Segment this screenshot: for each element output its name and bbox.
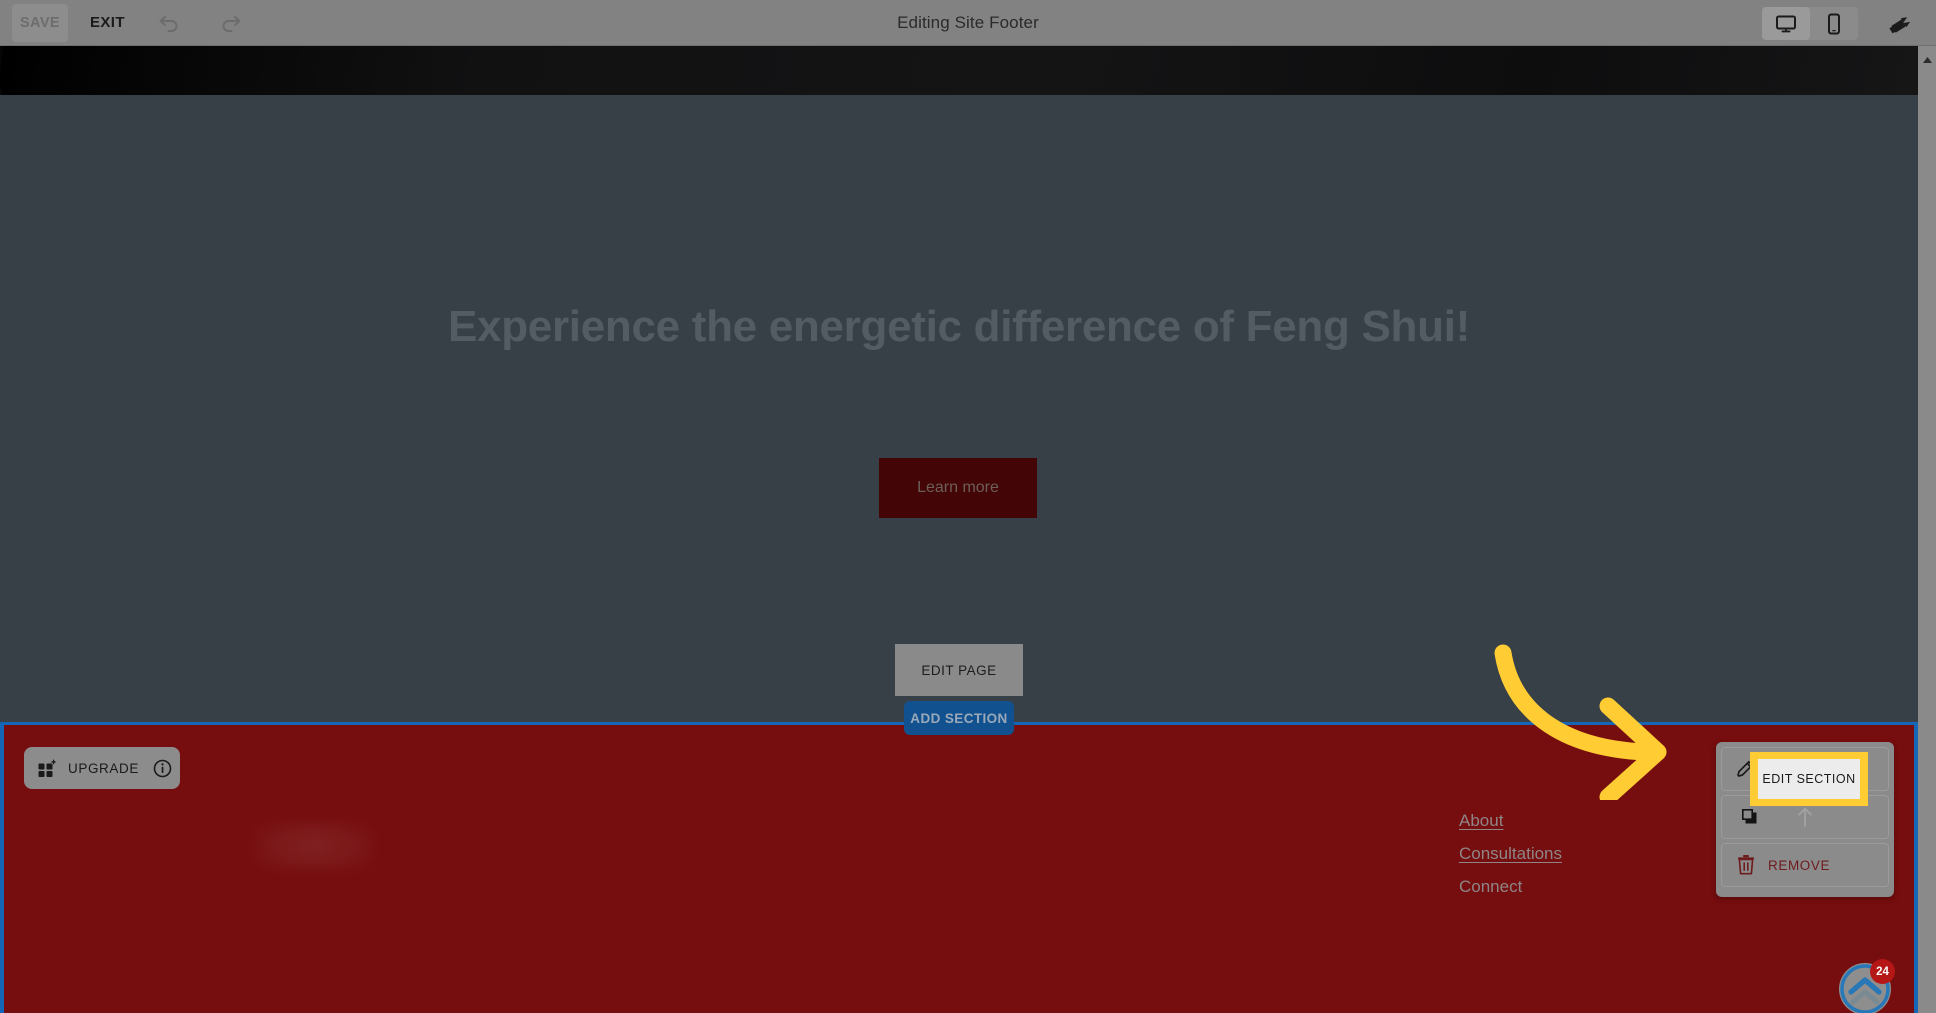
remove-section-button[interactable]: REMOVE	[1721, 843, 1889, 887]
duplicate-icon[interactable]	[1722, 806, 1777, 828]
redo-icon[interactable]	[215, 8, 245, 38]
edit-section-button[interactable]: EDIT SECTION	[1758, 759, 1860, 799]
info-circle-icon[interactable]	[153, 759, 172, 778]
hero-heading: Experience the energetic difference of F…	[448, 302, 1470, 351]
edit-page-button[interactable]: EDIT PAGE	[895, 644, 1023, 696]
mobile-phone-icon[interactable]	[1810, 7, 1858, 40]
exit-button[interactable]: EXIT	[90, 14, 125, 31]
edit-section-highlight: EDIT SECTION	[1750, 752, 1868, 806]
trash-icon	[1736, 854, 1756, 876]
footer-logo	[254, 820, 374, 872]
footer-nav-links: About Consultations Connect	[1459, 811, 1562, 897]
arrow-down-icon[interactable]	[1833, 805, 1888, 829]
arrow-up-icon[interactable]	[1777, 805, 1832, 829]
undo-icon[interactable]	[155, 8, 185, 38]
learn-more-button[interactable]: Learn more	[879, 458, 1037, 518]
page-title: Editing Site Footer	[897, 12, 1039, 32]
grid-sparkle-icon	[38, 758, 58, 778]
upgrade-button[interactable]: UPGRADE	[24, 747, 180, 789]
device-preview-toggle	[1762, 7, 1858, 40]
paintbrush-icon[interactable]	[1886, 9, 1918, 39]
support-badge-count: 24	[1870, 959, 1895, 984]
editor-top-bar: SAVE EXIT Editing Site Footer	[0, 0, 1936, 46]
scrollbar-up-arrow-icon[interactable]	[1918, 52, 1936, 68]
support-widget[interactable]: 24	[1838, 959, 1895, 1013]
remove-label: REMOVE	[1768, 857, 1831, 873]
site-preview-canvas: Experience the energetic difference of F…	[0, 46, 1918, 1013]
footer-link-about[interactable]: About	[1459, 811, 1562, 831]
footer-link-consultations[interactable]: Consultations	[1459, 844, 1562, 864]
desktop-monitor-icon[interactable]	[1762, 7, 1810, 40]
upgrade-label: UPGRADE	[68, 760, 139, 776]
footer-section[interactable]: UPGRADE About Consultations Connect	[0, 722, 1918, 1013]
footer-link-connect[interactable]: Connect	[1459, 877, 1562, 897]
hero-background-image	[0, 46, 1918, 95]
add-section-button-top[interactable]: ADD SECTION	[904, 701, 1014, 735]
page-scrollbar[interactable]	[1918, 46, 1936, 1013]
save-button[interactable]: SAVE	[12, 3, 68, 42]
